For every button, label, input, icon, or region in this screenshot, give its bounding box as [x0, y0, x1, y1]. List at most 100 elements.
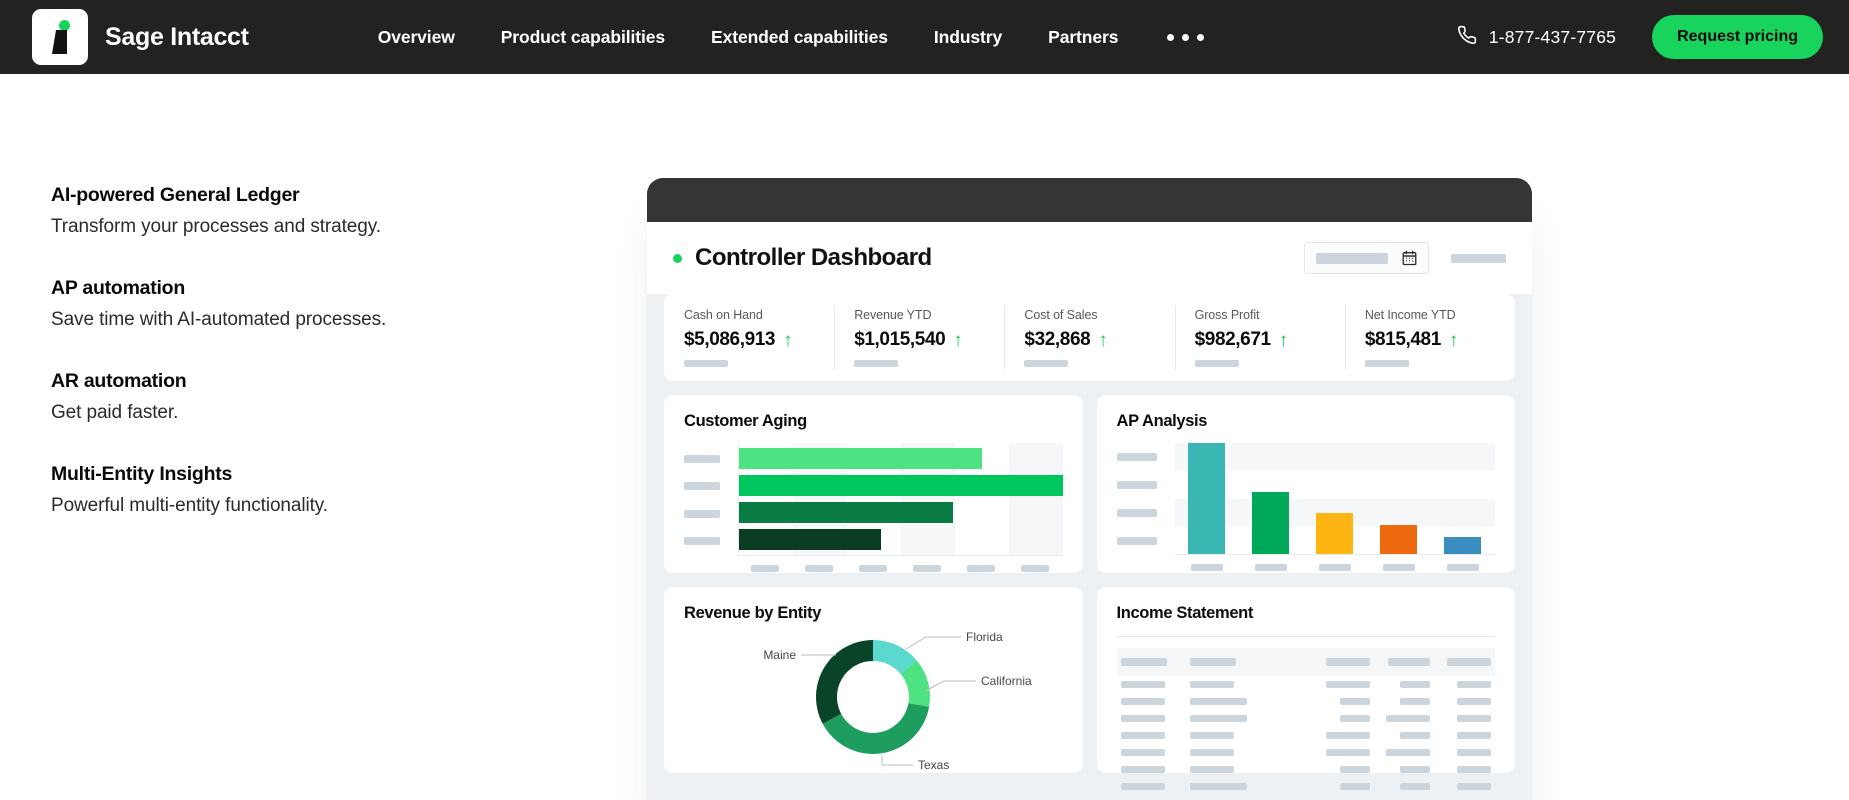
feature-item-ap-automation[interactable]: AP automation Save time with AI-automate… — [51, 277, 491, 331]
table-row[interactable] — [1117, 676, 1496, 693]
donut-leader-california — [925, 680, 977, 692]
table-row[interactable] — [1117, 761, 1496, 778]
kpi-label: Cash on Hand — [684, 308, 763, 322]
table-row[interactable] — [1117, 778, 1496, 795]
x-tick-placeholder — [1382, 564, 1415, 571]
nav-item-partners[interactable]: Partners — [1025, 19, 1141, 56]
trend-up-icon: ↑ — [1098, 329, 1108, 351]
kpi-subtext-placeholder — [1364, 360, 1409, 367]
panel-revenue-by-entity[interactable]: Revenue by Entity Maine Florida Californ… — [664, 587, 1083, 773]
y-tick-placeholder — [684, 454, 720, 463]
cell-placeholder — [1120, 681, 1165, 688]
donut-label-texas: Texas — [918, 758, 949, 769]
cell-placeholder — [1189, 698, 1247, 705]
cell-placeholder — [1386, 715, 1431, 722]
feature-item-ar-automation[interactable]: AR automation Get paid faster. — [51, 370, 491, 424]
table-row[interactable] — [1117, 710, 1496, 727]
bar-series-3 — [739, 502, 953, 523]
y-tick-placeholder — [1116, 453, 1157, 461]
chart-bars — [739, 443, 1063, 555]
revenue-by-entity-donut-chart: Maine Florida California Texas — [684, 629, 1063, 771]
x-tick-placeholder — [1254, 564, 1287, 571]
kpi-label: Cost of Sales — [1024, 308, 1098, 322]
x-tick-placeholder — [1190, 564, 1223, 571]
panel-title: Revenue by Entity — [684, 604, 822, 622]
y-tick-placeholder — [1116, 509, 1157, 517]
header-action-placeholder[interactable] — [1451, 253, 1506, 263]
cell-placeholder — [1386, 749, 1431, 756]
kpi-value: $1,015,540 — [854, 329, 946, 350]
panel-ap-analysis[interactable]: AP Analysis — [1096, 395, 1515, 573]
bar-series-1 — [1188, 443, 1226, 554]
kpi-label: Gross Profit — [1194, 308, 1260, 322]
brand-name: Sage Intacct — [105, 22, 249, 51]
nav-item-product-capabilities[interactable]: Product capabilities — [478, 19, 688, 56]
cell-placeholder — [1120, 732, 1165, 739]
feature-description: Get paid faster. — [51, 402, 179, 423]
income-statement-table — [1116, 648, 1496, 795]
kpi-cost-of-sales[interactable]: Cost of Sales $32,868 ↑ — [1004, 305, 1174, 370]
x-tick-placeholder — [859, 565, 888, 572]
phone-icon — [1457, 25, 1477, 50]
cell-placeholder — [1189, 749, 1234, 756]
feature-description: Transform your processes and strategy. — [51, 216, 381, 237]
panel-customer-aging[interactable]: Customer Aging — [664, 395, 1083, 573]
dashboard-header: Controller Dashboard — [647, 222, 1532, 294]
status-dot-icon — [673, 253, 682, 263]
cell-placeholder — [1189, 783, 1247, 790]
feature-item-multi-entity-insights[interactable]: Multi-Entity Insights Powerful multi-ent… — [51, 463, 491, 517]
y-tick-placeholder — [1116, 481, 1157, 489]
panel-title: Income Statement — [1116, 604, 1254, 622]
sage-intacct-logo-icon — [32, 9, 88, 65]
kpi-net-income-ytd[interactable]: Net Income YTD $815,481 ↑ — [1344, 305, 1515, 370]
cell-placeholder — [1400, 698, 1431, 705]
chart-x-tick-labels — [1175, 555, 1496, 571]
cell-placeholder — [1189, 766, 1234, 773]
kpi-value: $815,481 — [1364, 329, 1441, 350]
kpi-revenue-ytd[interactable]: Revenue YTD $1,015,540 ↑ — [834, 305, 1004, 370]
customer-aging-chart — [684, 443, 1063, 555]
table-row[interactable] — [1117, 744, 1496, 761]
request-pricing-button[interactable]: Request pricing — [1652, 15, 1823, 59]
bar-series-3 — [1316, 512, 1354, 554]
date-range-picker[interactable] — [1304, 242, 1429, 274]
cell-placeholder — [1120, 766, 1165, 773]
cell-placeholder — [1456, 766, 1491, 773]
top-navigation-bar: Sage Intacct Overview Product capabiliti… — [0, 0, 1849, 74]
cell-placeholder — [1339, 698, 1370, 705]
nav-item-extended-capabilities[interactable]: Extended capabilities — [688, 19, 911, 56]
kpi-cash-on-hand[interactable]: Cash on Hand $5,086,913 ↑ — [664, 308, 834, 367]
cell-placeholder — [1325, 681, 1370, 688]
trend-up-icon: ↑ — [953, 329, 963, 351]
nav-item-overview[interactable]: Overview — [355, 19, 478, 56]
cell-placeholder — [1456, 749, 1491, 756]
kpi-label: Net Income YTD — [1364, 308, 1456, 322]
cell-placeholder — [1339, 766, 1370, 773]
x-tick-placeholder — [967, 565, 996, 572]
cell-placeholder — [1400, 681, 1431, 688]
brand-logo-link[interactable]: Sage Intacct — [32, 9, 249, 65]
x-tick-placeholder — [805, 565, 834, 572]
phone-link[interactable]: 1-877-437-7765 — [1457, 25, 1652, 50]
cell-placeholder — [1120, 698, 1165, 705]
nav-item-industry[interactable]: Industry — [911, 19, 1025, 56]
donut-label-california: California — [981, 674, 1032, 688]
calendar-icon[interactable] — [1402, 250, 1417, 266]
kpi-value: $32,868 — [1024, 329, 1091, 350]
panel-title: Customer Aging — [684, 412, 807, 430]
kpi-gross-profit[interactable]: Gross Profit $982,671 ↑ — [1174, 305, 1345, 370]
nav-right-group: 1-877-437-7765 Request pricing — [1457, 15, 1823, 59]
cell-placeholder — [1325, 749, 1370, 756]
cell-placeholder — [1189, 732, 1234, 739]
bar-series-5 — [1444, 537, 1482, 554]
dashboard-header-tools — [1304, 242, 1506, 274]
table-row[interactable] — [1117, 693, 1496, 710]
ellipsis-icon[interactable] — [1141, 26, 1230, 49]
x-tick-placeholder — [1446, 564, 1479, 571]
feature-item-ai-powered-general-ledger[interactable]: AI-powered General Ledger Transform your… — [51, 184, 491, 238]
dashboard-panel-grid: Customer Aging AP Analysis Revenue by En… — [664, 395, 1515, 790]
cell-placeholder — [1456, 681, 1491, 688]
panel-income-statement[interactable]: Income Statement — [1096, 587, 1515, 790]
table-row[interactable] — [1117, 727, 1496, 744]
y-tick-placeholder — [1116, 537, 1157, 545]
